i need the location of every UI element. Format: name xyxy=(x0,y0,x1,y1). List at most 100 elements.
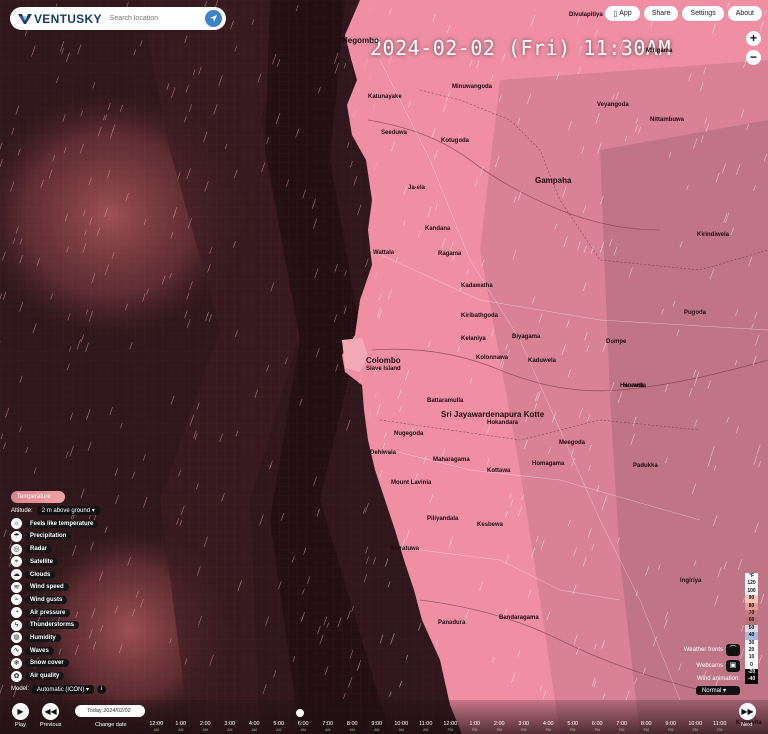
hour-tick-period: PM xyxy=(717,728,723,732)
hour-tick[interactable]: 6:00 PM xyxy=(585,721,610,733)
hour-tick-period: AM xyxy=(398,728,404,732)
search-input[interactable] xyxy=(109,15,200,22)
hour-tick[interactable]: 5:00 PM xyxy=(561,721,586,733)
hour-tick-period: AM xyxy=(325,728,331,732)
hour-tick[interactable]: 10:00 AM xyxy=(389,721,414,733)
play-button[interactable]: ▶ xyxy=(12,703,29,720)
share-button[interactable]: Share xyxy=(643,6,679,21)
right-controls: Weather fronts ⌒ Webcams ▣ Wind animatio… xyxy=(684,644,740,695)
hour-tick[interactable]: 11:00 AM xyxy=(414,721,439,733)
layer-item[interactable]: ∿ Waves xyxy=(11,645,106,657)
place-label: Kadawatha xyxy=(461,283,493,289)
hour-tick[interactable]: 8:00 AM xyxy=(340,721,365,733)
visualization-select[interactable]: Normal ▾ xyxy=(695,686,740,695)
layer-item[interactable]: ☁ Clouds xyxy=(11,569,106,581)
place-label: Colombo xyxy=(366,356,401,365)
timeline-slider-knob[interactable] xyxy=(296,709,304,717)
hour-tick[interactable]: 12:00 PM xyxy=(438,721,463,733)
layer-item[interactable]: ≋ Wind speed xyxy=(11,581,106,593)
zoom-in-button[interactable]: + xyxy=(746,31,761,46)
webcams-toggle[interactable]: Webcams ▣ xyxy=(696,660,740,672)
legend-cell: 70 xyxy=(745,609,758,618)
about-button[interactable]: About xyxy=(727,6,762,21)
layer-item[interactable]: ☼ Feels like temperature xyxy=(11,518,106,530)
info-icon[interactable]: i xyxy=(97,684,107,694)
altitude-select[interactable]: 2 m above ground ▾ xyxy=(36,506,100,515)
hour-tick-period: PM xyxy=(447,728,453,732)
radar-icon: ◎ xyxy=(11,543,22,555)
previous-button[interactable]: ◀◀ xyxy=(42,703,59,720)
layer-label: Air pressure xyxy=(25,608,71,617)
place-label: Kolonnawa xyxy=(476,355,509,361)
hour-tick[interactable]: 4:00 AM xyxy=(242,721,267,733)
hour-tick-period: AM xyxy=(178,728,184,732)
hour-tick[interactable]: 6:00 AM xyxy=(291,721,316,733)
hour-tick-period: PM xyxy=(545,728,551,732)
layer-item[interactable]: ☂ Precipitation xyxy=(11,530,106,543)
locate-button[interactable] xyxy=(205,10,222,27)
visualization-label: Wind animation: xyxy=(696,676,740,682)
hour-tick[interactable]: 9:00 PM xyxy=(659,721,684,733)
model-select[interactable]: Automatic (ICON) ▾ xyxy=(32,684,95,694)
layer-label: Wind speed xyxy=(25,583,69,592)
hour-tick-period: PM xyxy=(643,728,649,732)
hour-tick-period: AM xyxy=(374,728,380,732)
weather-fronts-toggle[interactable]: Weather fronts ⌒ xyxy=(684,644,740,656)
legend-cell: 10 xyxy=(745,654,758,662)
layer-item[interactable]: ϟ Thunderstorms xyxy=(11,619,106,632)
place-label: Ingiriya xyxy=(680,578,702,584)
logo-text: VENTUSKY xyxy=(34,11,102,26)
logo-icon xyxy=(18,13,32,24)
place-label: Dompe xyxy=(606,339,627,345)
next-button[interactable]: ▶▶ xyxy=(739,703,756,720)
place-label: Kaduwela xyxy=(528,358,557,364)
hour-tick[interactable]: 7:00 PM xyxy=(610,721,635,733)
hour-tick[interactable]: 8:00 PM xyxy=(634,721,659,733)
hour-tick[interactable]: 2:00 PM xyxy=(487,721,512,733)
hour-tick-period: AM xyxy=(276,728,282,732)
layer-item[interactable]: ✿ Air quality xyxy=(11,670,106,682)
place-label: Dehiwala xyxy=(370,450,397,456)
layer-item[interactable]: ◎ Radar xyxy=(11,543,106,555)
hour-tick[interactable]: 3:00 AM xyxy=(218,721,243,733)
hour-tick[interactable]: 5:00 AM xyxy=(267,721,292,733)
settings-button[interactable]: Settings xyxy=(682,6,724,21)
hour-tick[interactable]: 4:00 PM xyxy=(536,721,561,733)
hour-tick[interactable]: 1:00 AM xyxy=(169,721,194,733)
hour-tick[interactable]: 11:00 PM xyxy=(708,721,733,733)
altitude-row: Altitude: 2 m above ground ▾ xyxy=(11,506,106,515)
weather-map[interactable]: 2024-02-02 (Fri) 11:30AM Negombo Katunaya… xyxy=(0,0,768,734)
date-select[interactable]: Today 2024/02/02 xyxy=(75,705,145,717)
layer-item[interactable]: ◍ Humidity xyxy=(11,632,106,644)
hour-tick-period: AM xyxy=(153,728,159,732)
hour-tick[interactable]: 1:00 PM xyxy=(463,721,488,733)
feels-like-icon: ☼ xyxy=(11,518,22,530)
place-label: Kotugoda xyxy=(441,138,469,144)
layer-item[interactable]: ⌖ Satellite xyxy=(11,556,106,568)
temperature-layer-button[interactable]: Temperature xyxy=(11,491,65,503)
zoom-out-button[interactable]: − xyxy=(746,50,761,65)
layer-item[interactable]: ◔ Air pressure xyxy=(11,607,106,619)
altitude-value: 2 m above ground xyxy=(41,508,91,514)
place-label: Slave Island xyxy=(366,366,401,372)
app-button[interactable]: ▯ App xyxy=(605,6,640,21)
air-pressure-icon: ◔ xyxy=(11,607,22,619)
datetime-overlay: 2024-02-02 (Fri) 11:30AM xyxy=(370,36,671,60)
hour-tick[interactable]: 2:00 AM xyxy=(193,721,218,733)
ventusky-logo[interactable]: VENTUSKY xyxy=(18,12,102,26)
layer-item[interactable]: ≈ Wind gusts xyxy=(11,594,106,606)
app-button-label: App xyxy=(619,10,632,17)
top-menu: ▯ App Share Settings About xyxy=(605,6,762,21)
model-value: Automatic (ICON) xyxy=(37,686,85,693)
place-label: Maharagama xyxy=(433,457,470,463)
layer-item[interactable]: ❄ Snow cover xyxy=(11,657,106,670)
hour-tick[interactable]: 12:00 AM xyxy=(144,721,169,733)
temperature-legend[interactable]: °F 120 100 90 80 70 60 50 40 30 20 10 0 -20 -40 xyxy=(745,573,758,684)
altitude-label: Altitude: xyxy=(11,507,33,514)
share-button-label: Share xyxy=(651,10,671,17)
hour-tick[interactable]: 10:00 PM xyxy=(683,721,708,733)
hour-tick[interactable]: 7:00 AM xyxy=(316,721,341,733)
hour-tick[interactable]: 9:00 AM xyxy=(365,721,390,733)
hour-tick-period: AM xyxy=(227,728,233,732)
hour-tick[interactable]: 3:00 PM xyxy=(512,721,537,733)
